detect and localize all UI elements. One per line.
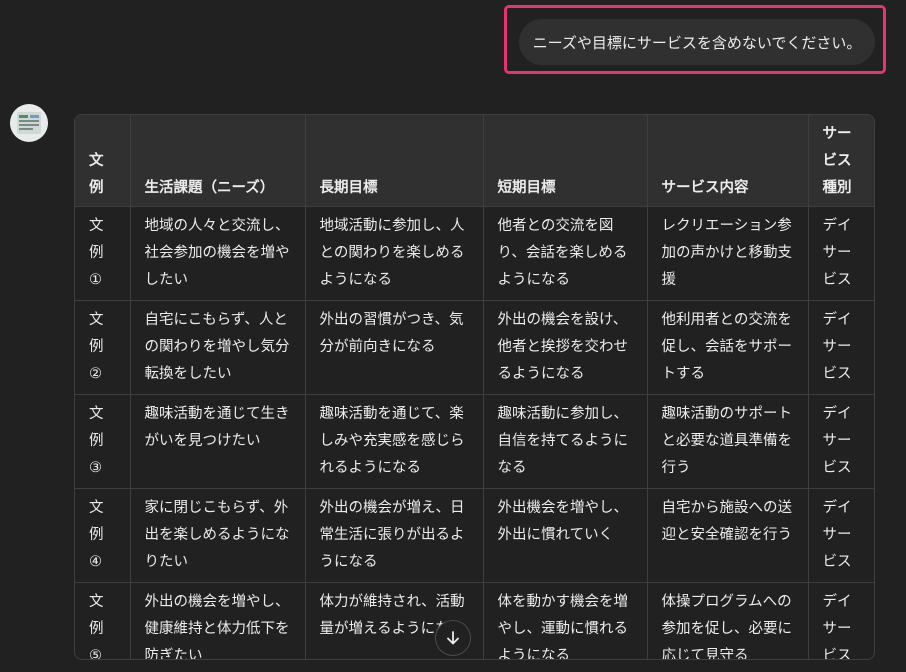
table-cell: デイサービス	[807, 582, 874, 659]
user-message-bubble: ニーズや目標にサービスを含めないでください。	[519, 19, 875, 65]
care-plan-table-container[interactable]: 文例 生活課題（ニーズ） 長期目標 短期目標 サービス内容 サービス種別 文例①…	[74, 114, 875, 660]
table-cell: デイサービス	[807, 206, 874, 301]
assistant-avatar-icon	[10, 104, 48, 142]
user-message-text: ニーズや目標にサービスを含めないでください。	[532, 33, 862, 52]
header-cell: 生活課題（ニーズ）	[129, 115, 306, 207]
table-cell: 家に閉じこもらず、外出を楽しめるようになりたい	[129, 488, 306, 583]
table-row: 文例④ 家に閉じこもらず、外出を楽しめるようになりたい 外出の機会が増え、日常生…	[75, 488, 874, 583]
table-cell: 趣味活動を通じて、楽しみや充実感を感じられるようになる	[304, 394, 484, 489]
table-cell: 文例⑤	[75, 582, 131, 659]
table-row: 文例③ 趣味活動を通じて生きがいを見つけたい 趣味活動を通じて、楽しみや充実感を…	[75, 394, 874, 489]
table-cell: 文例④	[75, 488, 131, 583]
scroll-to-bottom-button[interactable]	[435, 620, 471, 656]
arrow-down-icon	[447, 631, 459, 645]
table-cell: 他利用者との交流を促し、会話をサポートする	[646, 300, 809, 395]
table-cell: 外出の習慣がつき、気分が前向きになる	[304, 300, 484, 395]
table-cell: 地域の人々と交流し、社会参加の機会を増やしたい	[129, 206, 306, 301]
header-cell: サービス種別	[807, 115, 874, 207]
table-cell: デイサービス	[807, 394, 874, 489]
table-row: 文例⑤ 外出の機会を増やし、健康維持と体力低下を防ぎたい 体力が維持され、活動量…	[75, 582, 874, 659]
table-cell: 趣味活動のサポートと必要な道具準備を行う	[646, 394, 809, 489]
table-cell: レクリエーション参加の声かけと移動支援	[646, 206, 809, 301]
table-cell: デイサービス	[807, 488, 874, 583]
table-row: 文例① 地域の人々と交流し、社会参加の機会を増やしたい 地域活動に参加し、人との…	[75, 206, 874, 301]
table-cell: 他者との交流を図り、会話を楽しめるようになる	[482, 206, 648, 301]
table-cell: 文例①	[75, 206, 131, 301]
table-cell: 趣味活動に参加し、自信を持てるようになる	[482, 394, 648, 489]
table-cell: 文例②	[75, 300, 131, 395]
table-cell: 趣味活動を通じて生きがいを見つけたい	[129, 394, 306, 489]
table-cell: 外出機会を増やし、外出に慣れていく	[482, 488, 648, 583]
table-cell: 地域活動に参加し、人との関わりを楽しめるようになる	[304, 206, 484, 301]
table-cell: デイサービス	[807, 300, 874, 395]
header-cell: 短期目標	[482, 115, 648, 207]
header-cell: 文例	[75, 115, 131, 207]
table-cell: 体操プログラムへの参加を促し、必要に応じて見守る	[646, 582, 809, 659]
table-cell: 文例③	[75, 394, 131, 489]
table-header-row: 文例 生活課題（ニーズ） 長期目標 短期目標 サービス内容 サービス種別	[75, 115, 874, 207]
table-cell: 外出の機会を増やし、健康維持と体力低下を防ぎたい	[129, 582, 306, 659]
table-cell: 自宅にこもらず、人との関わりを増やし気分転換をしたい	[129, 300, 306, 395]
table-cell: 体を動かす機会を増やし、運動に慣れるようになる	[482, 582, 648, 659]
header-cell: 長期目標	[304, 115, 484, 207]
header-cell: サービス内容	[646, 115, 809, 207]
table-cell: 自宅から施設への送迎と安全確認を行う	[646, 488, 809, 583]
care-plan-table: 文例 生活課題（ニーズ） 長期目標 短期目標 サービス内容 サービス種別 文例①…	[75, 115, 874, 659]
table-cell: 外出の機会を設け、他者と挨拶を交わせるようになる	[482, 300, 648, 395]
table-row: 文例② 自宅にこもらず、人との関わりを増やし気分転換をしたい 外出の習慣がつき、…	[75, 300, 874, 395]
table-cell: 外出の機会が増え、日常生活に張りが出るようになる	[304, 488, 484, 583]
